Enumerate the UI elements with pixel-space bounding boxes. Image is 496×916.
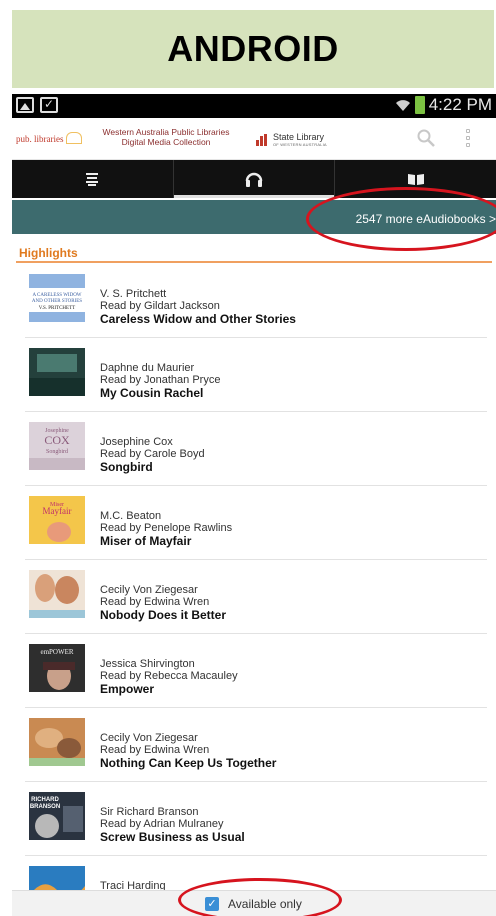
headphones-icon — [245, 172, 263, 187]
book-reader: Read by Edwina Wren — [100, 744, 210, 756]
book-cover — [29, 348, 85, 396]
book-cover: Josephine COX Songbird — [29, 422, 85, 470]
wapl-line2: Digital Media Collection — [121, 137, 211, 147]
status-time: 4:22 PM — [428, 95, 492, 114]
book-reader: Read by Gildart Jackson — [100, 300, 220, 312]
book-title: My Cousin Rachel — [100, 386, 204, 400]
book-reader: Read by Rebecca Macauley — [100, 670, 238, 682]
book-reader: Read by Carole Boyd — [100, 448, 205, 460]
book-meta: Daphne du Maurier Read by Jonathan Pryce… — [100, 362, 220, 401]
status-notifications — [16, 97, 58, 113]
list-item[interactable]: Miser Mayfair M.C. Beaton Read by Penelop… — [25, 486, 487, 560]
list-item[interactable]: Cecily Von Ziegesar Read by Edwina Wren … — [25, 560, 487, 634]
book-title: Songbird — [100, 460, 153, 474]
highlights-heading: Highlights — [19, 246, 78, 260]
book-author: Sir Richard Branson — [100, 806, 199, 818]
list-item[interactable]: Cecily Von Ziegesar Read by Edwina Wren … — [25, 708, 487, 782]
svg-text:COX: COX — [44, 433, 70, 447]
svg-text:Songbird: Songbird — [46, 449, 68, 455]
tab-audiobooks[interactable] — [172, 160, 335, 198]
book-icon — [407, 174, 424, 185]
status-bar: 4:22 PM — [12, 94, 496, 118]
book-cover — [29, 718, 85, 766]
book-author: V. S. Pritchett — [100, 288, 167, 300]
status-indicators: 4:22 PM — [395, 95, 492, 115]
banner-title: ANDROID — [167, 28, 339, 69]
list-item[interactable]: RICHARD BRANSON Sir Richard Branson Read … — [25, 782, 487, 856]
book-author: Jessica Shirvington — [100, 658, 195, 670]
svg-text:Mayfair: Mayfair — [43, 506, 72, 516]
book-title: Miser of Mayfair — [100, 534, 192, 548]
book-cover: RICHARD BRANSON — [29, 792, 85, 840]
book-meta: M.C. Beaton Read by Penelope Rawlins Mis… — [100, 510, 232, 549]
book-cover: A CARELESS WIDOW AND OTHER STORIES V.S. PR… — [29, 274, 85, 322]
wifi-icon — [395, 98, 411, 112]
book-author: Daphne du Maurier — [100, 362, 195, 374]
book-title: Nothing Can Keep Us Together — [100, 756, 277, 770]
battery-icon — [414, 96, 425, 114]
overflow-menu-icon[interactable] — [464, 129, 472, 149]
book-author: M.C. Beaton — [100, 510, 162, 522]
svg-text:V.S. PRITCHETT: V.S. PRITCHETT — [39, 306, 75, 311]
svg-text:BRANSON: BRANSON — [30, 804, 60, 810]
list-item[interactable]: emPOWER Jessica Shirvington Read by Rebe… — [25, 634, 487, 708]
svg-text:RICHARD: RICHARD — [31, 797, 59, 803]
public-libraries-logo[interactable]: pub. libraries — [16, 132, 82, 144]
state-library-sub: OF WESTERN AUSTRALIA — [273, 142, 327, 147]
book-title: Empower — [100, 682, 155, 696]
book-meta: Cecily Von Ziegesar Read by Edwina Wren … — [100, 584, 226, 623]
state-library-name: State Library — [273, 132, 325, 142]
book-meta: Cecily Von Ziegesar Read by Edwina Wren … — [100, 732, 276, 771]
state-library-logo: State Library OF WESTERN AUSTRALIA — [256, 132, 327, 147]
sun-logo-icon — [65, 132, 82, 144]
svg-text:A CARELESS WIDOW: A CARELESS WIDOW — [32, 293, 81, 298]
book-author: Cecily Von Ziegesar — [100, 584, 198, 596]
platform-banner: ANDROID — [12, 10, 494, 88]
book-reader: Read by Penelope Rawlins — [100, 522, 233, 534]
public-libraries-logo-text: pub. libraries — [16, 134, 64, 144]
search-icon[interactable] — [416, 128, 436, 148]
screenshot-frame: ANDROID 4:22 PM pub. libraries Wester — [0, 0, 496, 916]
gallery-notification-icon — [16, 97, 34, 113]
list-item[interactable]: A CARELESS WIDOW AND OTHER STORIES V.S. PR… — [25, 264, 487, 338]
book-meta: Sir Richard Branson Read by Adrian Mulra… — [100, 806, 245, 845]
state-library-bars-icon — [256, 133, 270, 146]
book-cover — [29, 570, 85, 618]
book-cover: Miser Mayfair — [29, 496, 85, 544]
book-author: Cecily Von Ziegesar — [100, 732, 198, 744]
svg-text:emPOWER: emPOWER — [40, 648, 73, 656]
tab-list[interactable] — [12, 160, 173, 198]
annotation-oval-more-link — [306, 187, 496, 251]
book-reader: Read by Adrian Mulraney — [100, 818, 224, 830]
list-item[interactable]: Daphne du Maurier Read by Jonathan Pryce… — [25, 338, 487, 412]
wapl-logo: Western Australia Public Libraries Digit… — [98, 127, 234, 147]
book-title: Nobody Does it Better — [100, 608, 227, 622]
highlights-divider — [16, 261, 492, 263]
book-title: Screw Business as Usual — [100, 830, 245, 844]
download-complete-icon — [40, 97, 58, 113]
svg-text:AND OTHER STORIES: AND OTHER STORIES — [32, 299, 82, 304]
app-header: pub. libraries Western Australia Public … — [12, 118, 496, 160]
book-author: Josephine Cox — [100, 436, 173, 448]
annotation-oval-available-only — [178, 878, 342, 916]
phone-screen: 4:22 PM pub. libraries Western Australia… — [12, 94, 496, 916]
book-cover: emPOWER — [29, 644, 85, 692]
book-meta: V. S. Pritchett Read by Gildart Jackson … — [100, 288, 296, 327]
book-reader: Read by Jonathan Pryce — [100, 374, 221, 386]
book-reader: Read by Edwina Wren — [100, 596, 210, 608]
book-meta: Josephine Cox Read by Carole Boyd Songbi… — [100, 436, 205, 475]
wapl-line1: Western Australia Public Libraries — [102, 127, 230, 137]
book-title: Careless Widow and Other Stories — [100, 312, 296, 326]
list-item[interactable]: Josephine COX Songbird Josephine Cox Read … — [25, 412, 487, 486]
list-icon — [86, 173, 99, 186]
book-meta: Jessica Shirvington Read by Rebecca Maca… — [100, 658, 238, 697]
